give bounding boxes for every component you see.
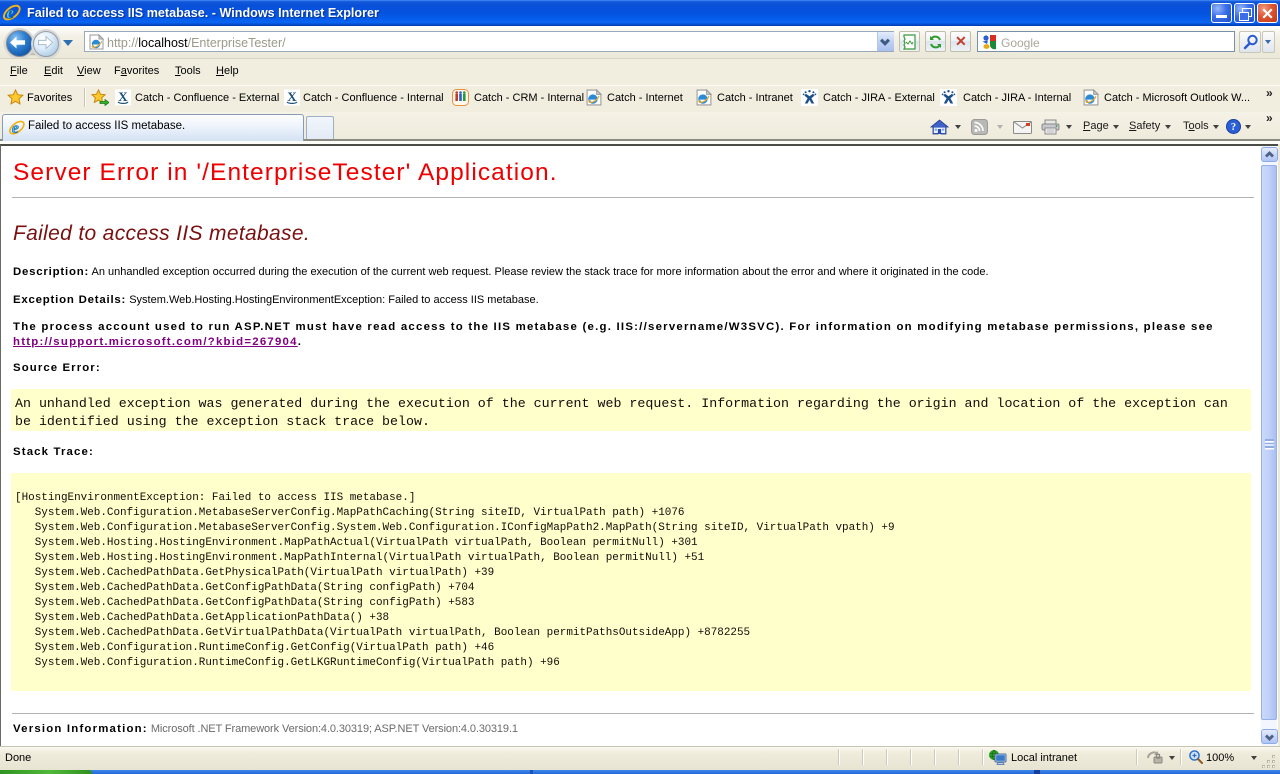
svg-text:X: X — [118, 89, 128, 104]
svg-text:e: e — [12, 120, 19, 136]
svg-text:e: e — [6, 3, 14, 22]
svg-text:X: X — [287, 89, 297, 104]
svg-text:?: ? — [1231, 122, 1236, 133]
